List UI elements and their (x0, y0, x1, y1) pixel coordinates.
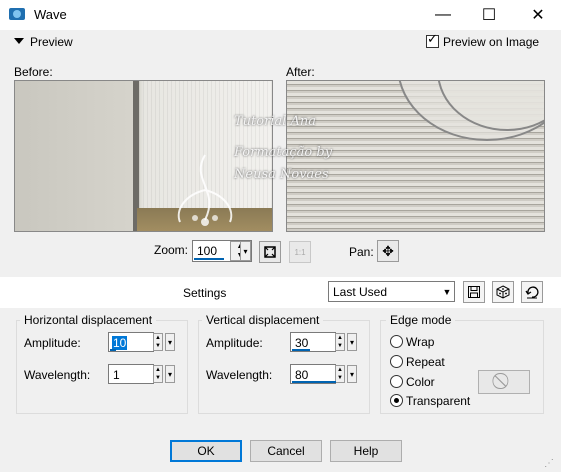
horizontal-amplitude-value: 10 (112, 336, 128, 350)
fit-to-window-icon (264, 246, 276, 258)
vertical-wavelength-dropdown-icon[interactable]: ▾ (347, 365, 357, 383)
minimize-button[interactable]: — (420, 0, 466, 30)
vertical-amplitude-label: Amplitude: (206, 336, 263, 350)
zoom-focus-underline (194, 258, 224, 260)
fit-to-window-button[interactable] (259, 241, 281, 263)
spinner-icon[interactable]: ▲ ▼ (153, 333, 163, 351)
horizontal-wavelength-label: Wavelength: (24, 368, 91, 382)
edge-transparent-label[interactable]: Transparent (406, 394, 470, 408)
after-label: After: (286, 65, 315, 79)
horizontal-amplitude-dropdown-icon[interactable]: ▾ (165, 333, 175, 351)
cancel-button[interactable]: Cancel (250, 440, 322, 462)
spinner-icon[interactable]: ▲ ▼ (335, 365, 345, 383)
checkmark-icon: ✓ (427, 31, 438, 46)
actual-size-button: 1:1 (289, 241, 311, 263)
move-icon: ✥ (382, 242, 394, 259)
pan-button[interactable]: ✥ (377, 240, 399, 262)
edge-repeat-label[interactable]: Repeat (406, 355, 445, 369)
close-button[interactable]: ✕ (515, 0, 561, 30)
vertical-amplitude-slider[interactable] (292, 349, 310, 351)
vertical-group-title: Vertical displacement (202, 313, 324, 327)
maximize-button[interactable]: ☐ (466, 0, 512, 30)
ok-button[interactable]: OK (170, 440, 242, 462)
zoom-dropdown-icon[interactable]: ▾ (240, 241, 251, 261)
preset-value: Last Used (333, 285, 388, 299)
before-label: Before: (14, 65, 53, 79)
horizontal-amplitude-slider[interactable] (110, 349, 116, 351)
zoom-label: Zoom: (154, 243, 189, 257)
vertical-wavelength-label: Wavelength: (206, 368, 273, 382)
save-icon (468, 286, 480, 298)
reset-button[interactable] (521, 281, 543, 303)
spinner-icon[interactable]: ▲ ▼ (153, 365, 163, 383)
collapse-chevron-icon[interactable] (14, 38, 24, 44)
chevron-down-icon[interactable]: ▼ (440, 282, 454, 301)
resize-grip-icon[interactable]: ⋰ (544, 458, 556, 470)
pan-label: Pan: (349, 245, 374, 259)
watermark-flourish-icon (177, 154, 233, 226)
horizontal-group-title: Horizontal displacement (20, 313, 157, 327)
reset-icon (525, 286, 539, 299)
vertical-amplitude-dropdown-icon[interactable]: ▾ (347, 333, 357, 351)
window-title: Wave (34, 7, 67, 22)
vertical-wavelength-value: 80 (295, 368, 309, 382)
edge-color-swatch: ⃠ (478, 370, 530, 394)
help-button[interactable]: Help (330, 440, 402, 462)
edge-repeat-radio[interactable] (390, 355, 403, 368)
app-icon (9, 8, 25, 20)
edge-color-label[interactable]: Color (406, 375, 435, 389)
horizontal-wavelength-dropdown-icon[interactable]: ▾ (165, 365, 175, 383)
spinner-icon[interactable]: ▲ ▼ (335, 333, 345, 351)
settings-label: Settings (183, 286, 227, 300)
save-preset-button[interactable] (463, 281, 485, 303)
preview-on-image-label[interactable]: Preview on Image (443, 35, 539, 49)
preview-toggle-label[interactable]: Preview (30, 35, 73, 49)
dice-icon (496, 285, 510, 299)
zoom-value: 100 (197, 244, 218, 258)
edge-color-radio[interactable] (390, 375, 403, 388)
edge-mode-title: Edge mode (386, 313, 456, 327)
watermark-line-1: Tutorial Ana (234, 114, 317, 129)
vertical-amplitude-value: 30 (295, 336, 309, 350)
vertical-wavelength-slider[interactable] (292, 381, 336, 383)
edge-wrap-label[interactable]: Wrap (406, 335, 434, 349)
horizontal-wavelength-value: 1 (113, 368, 120, 382)
edge-wrap-radio[interactable] (390, 335, 403, 348)
horizontal-amplitude-label: Amplitude: (24, 336, 81, 350)
edge-transparent-radio[interactable] (390, 394, 403, 407)
randomize-button[interactable] (492, 281, 514, 303)
